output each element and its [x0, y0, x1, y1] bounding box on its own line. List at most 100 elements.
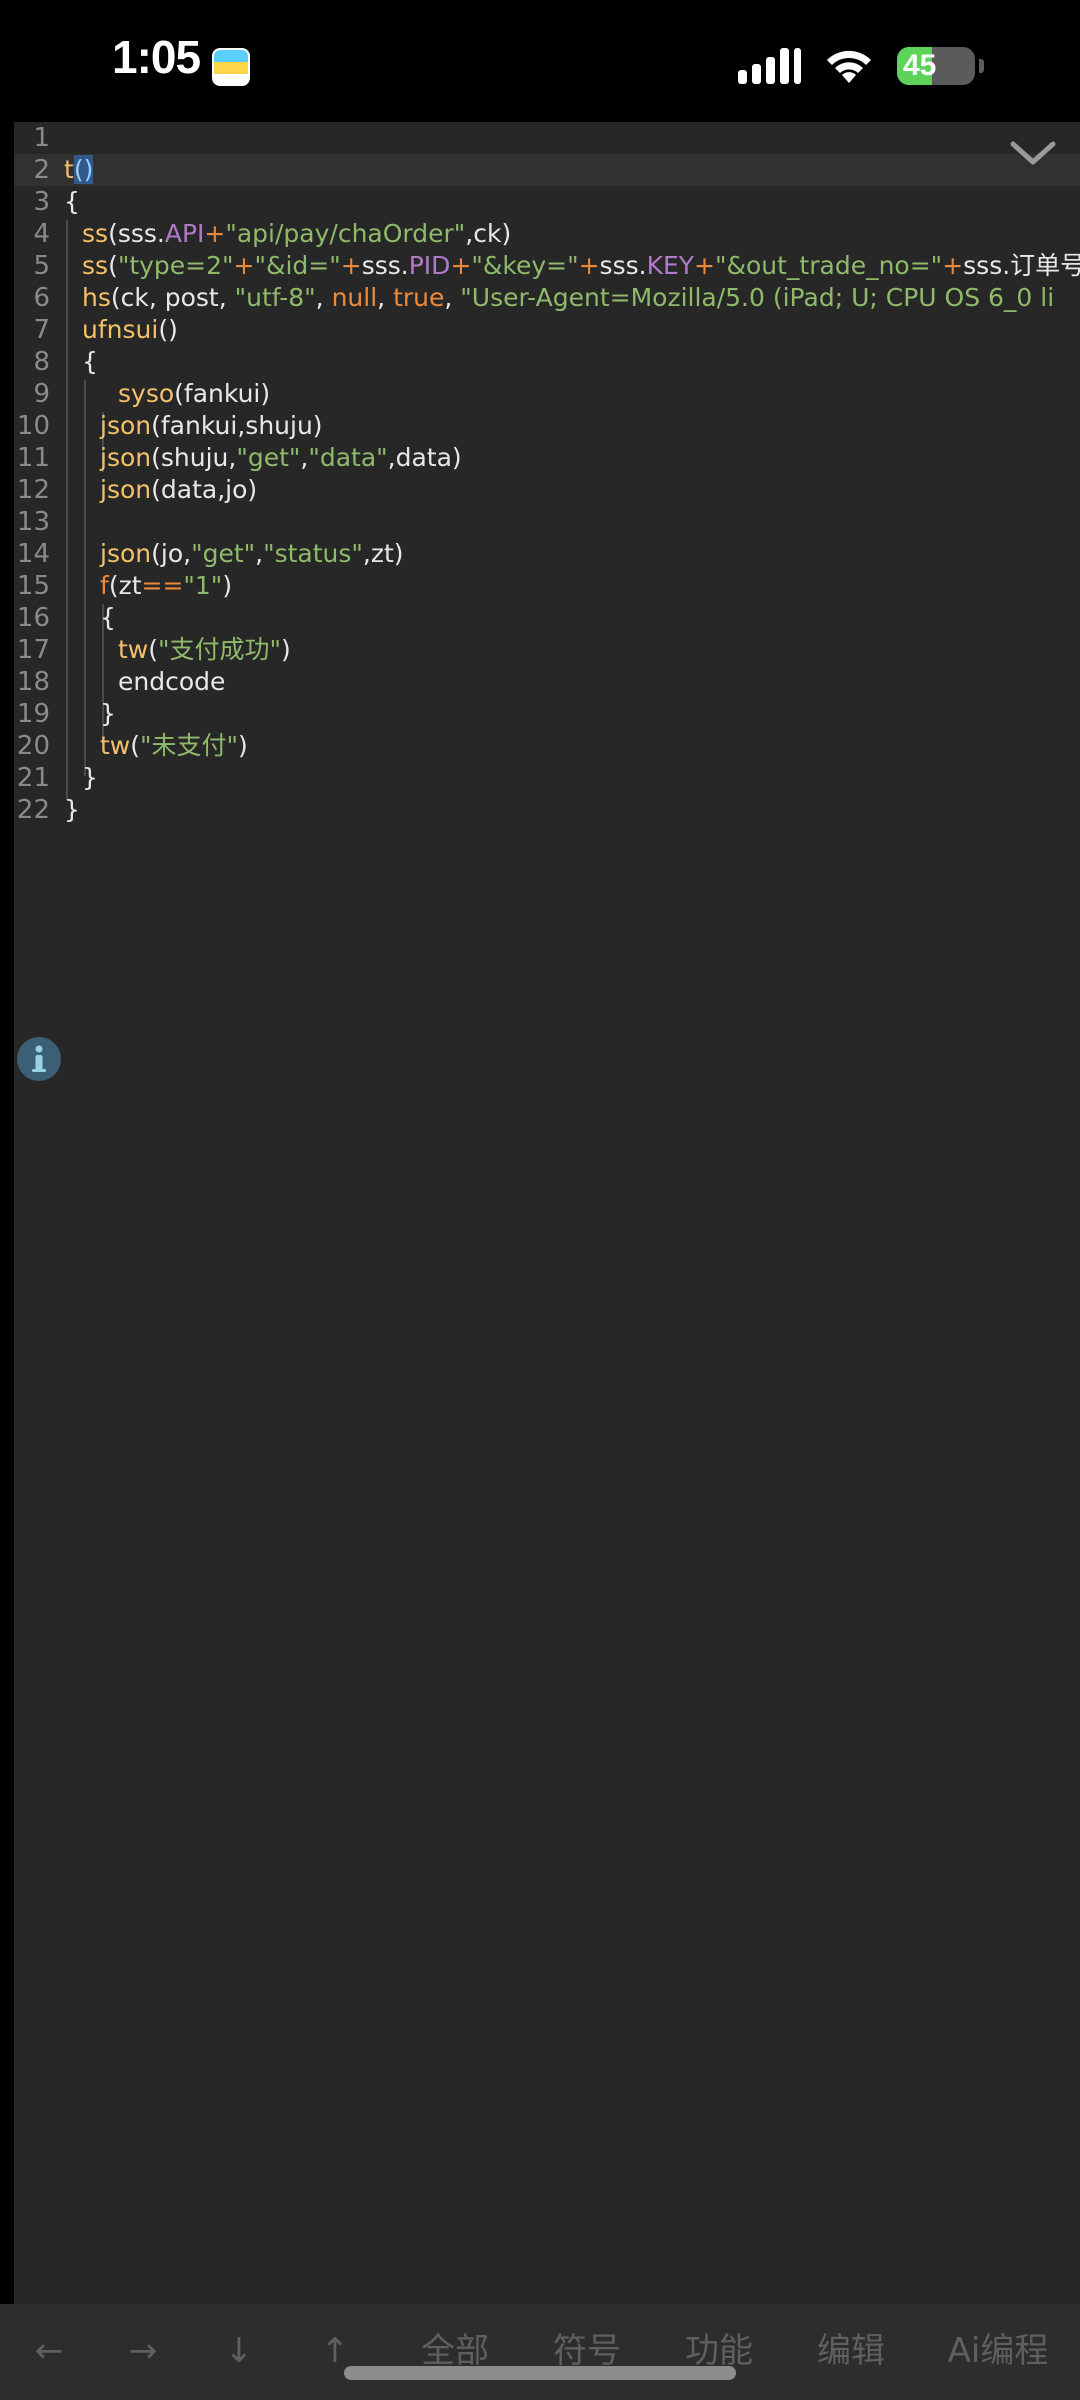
code-token: "&id=": [254, 251, 341, 280]
app-icon: [212, 48, 250, 86]
code-line: hs(ck, post, "utf-8", null, true, "User-…: [82, 282, 1054, 314]
code-line: }: [64, 794, 80, 826]
wifi-icon: [827, 50, 871, 83]
code-token: (sss.: [108, 219, 165, 248]
code-token: json: [100, 443, 152, 472]
code-line: {: [82, 346, 98, 378]
line-number: 13: [16, 507, 50, 537]
code-line: ss("type=2"+"&id="+sss.PID+"&key="+sss.K…: [82, 250, 1080, 282]
line-number: 7: [33, 315, 50, 345]
line-number: 12: [16, 475, 50, 505]
code-token: {: [64, 187, 80, 216]
code-token: json: [100, 411, 152, 440]
code-token: "data": [308, 443, 388, 472]
code-token: sss.: [361, 251, 409, 280]
line-number: 21: [16, 763, 50, 793]
code-token: (: [148, 635, 159, 664]
code-editor[interactable]: 1 2 3 4 5 6 7 8 9 10 11 12 13 14 15 16 1…: [14, 122, 1080, 2304]
code-line: json(data,jo): [100, 474, 257, 506]
line-number: 11: [16, 443, 50, 473]
code-token: (fankui,shuju): [151, 411, 323, 440]
code-line: json(jo,"get","status",zt): [100, 538, 404, 570]
code-token: (): [158, 315, 178, 344]
code-token: KEY: [646, 251, 695, 280]
indent-guide: [84, 380, 86, 776]
code-line: syso(fankui): [118, 378, 270, 410]
code-token: (jo,: [151, 539, 192, 568]
line-number: 2: [33, 155, 50, 185]
code-token: ss: [82, 219, 109, 248]
status-bar: 1:05 45: [0, 0, 1080, 122]
code-token: tw: [118, 635, 149, 664]
battery-level: 45: [903, 49, 937, 82]
code-line: endcode: [118, 666, 225, 698]
code-token: ,zt): [362, 539, 404, 568]
code-token: PID: [408, 251, 451, 280]
cursor-left-button[interactable]: ←: [24, 2326, 74, 2376]
code-token: ): [281, 635, 291, 664]
code-token: "type=2": [117, 251, 234, 280]
cursor-down-button[interactable]: ↓: [214, 2326, 264, 2376]
code-token: tw: [100, 731, 131, 760]
ai-coding-button[interactable]: Ai编程: [936, 2326, 1060, 2376]
line-number: 6: [33, 283, 50, 313]
line-number: 17: [16, 635, 50, 665]
battery-cap: [979, 59, 984, 73]
info-icon[interactable]: [16, 1036, 62, 1082]
code-token: "1": [183, 571, 223, 600]
code-token: json: [100, 539, 152, 568]
code-token: ,: [444, 283, 461, 312]
chevron-down-icon[interactable]: [1008, 138, 1058, 168]
line-number: 4: [33, 219, 50, 249]
code-token: "get": [236, 443, 301, 472]
code-token: (shuju,: [151, 443, 237, 472]
code-token: {: [100, 603, 116, 632]
code-token: API: [164, 219, 205, 248]
line-number: 14: [16, 539, 50, 569]
edit-button[interactable]: 编辑: [806, 2326, 896, 2376]
code-token: (fankui): [174, 379, 271, 408]
code-token: 订单号,p: [1010, 251, 1080, 280]
code-token: (ck, post,: [110, 283, 235, 312]
code-token: ,: [255, 539, 264, 568]
home-indicator[interactable]: [344, 2366, 736, 2380]
code-line: tw("支付成功"): [118, 634, 291, 666]
line-number: 15: [16, 571, 50, 601]
line-number: 8: [33, 347, 50, 377]
code-token: "status": [263, 539, 363, 568]
signal-icon: [738, 48, 801, 84]
code-token: }: [64, 795, 80, 824]
code-token: "&out_trade_no=": [715, 251, 943, 280]
code-line: {: [64, 186, 80, 218]
code-token: }: [100, 699, 116, 728]
code-token: ,ck): [465, 219, 512, 248]
code-token: +: [942, 251, 964, 280]
current-line-highlight: [14, 154, 1080, 186]
line-number: 3: [33, 187, 50, 217]
code-token: hs: [82, 283, 111, 312]
code-token: +: [578, 251, 600, 280]
cursor-right-button[interactable]: →: [118, 2326, 168, 2376]
line-number: 19: [16, 699, 50, 729]
code-token: +: [450, 251, 472, 280]
code-token: +: [694, 251, 715, 280]
code-token: "get": [191, 539, 256, 568]
code-token: +: [340, 251, 362, 280]
line-number: 18: [16, 667, 50, 697]
code-line: ss(sss.API+"api/pay/chaOrder",ck): [82, 218, 511, 250]
code-token: (zt: [108, 571, 142, 600]
code-token: "支付成功": [158, 635, 282, 664]
code-token: "utf-8": [234, 283, 316, 312]
code-token: null: [331, 283, 378, 312]
code-token: +: [204, 219, 226, 248]
status-time: 1:05: [112, 31, 201, 83]
line-number: 5: [33, 251, 50, 281]
code-token: ==: [141, 571, 184, 600]
line-number: 9: [33, 379, 50, 409]
code-token: ,data): [387, 443, 462, 472]
code-line: f(zt=="1"): [100, 570, 232, 602]
code-token: t: [64, 155, 74, 184]
code-token: "api/pay/chaOrder": [225, 219, 466, 248]
code-line: {: [100, 602, 116, 634]
code-token: true: [393, 283, 445, 312]
